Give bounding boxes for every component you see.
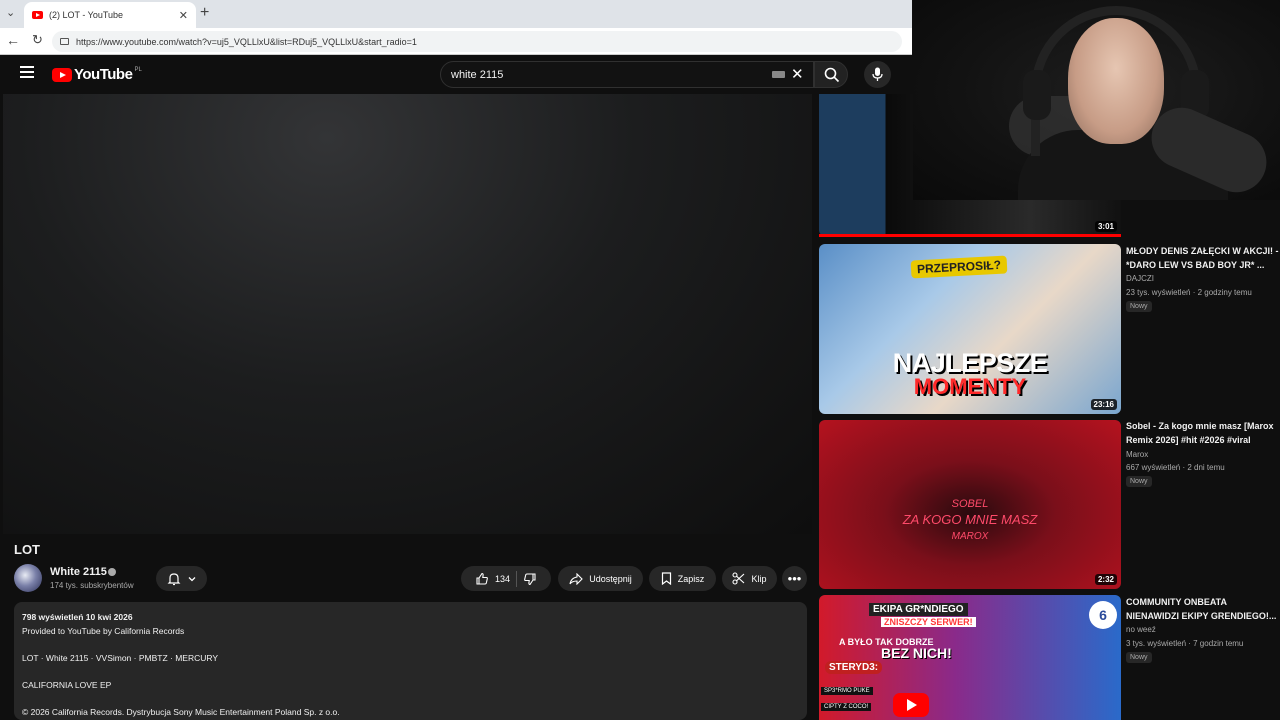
new-badge: Nowy — [1126, 301, 1152, 312]
description-line: CALIFORNIA LOVE EP — [22, 680, 112, 690]
recommendation-thumbnail[interactable]: SOBEL ZA KOGO MNIE MASZ MAROX 2:32 — [819, 420, 1121, 589]
video-player[interactable] — [3, 94, 812, 534]
back-arrow-icon[interactable]: ← — [6, 32, 20, 48]
youtube-play-logo-icon — [52, 67, 72, 82]
recommendation-thumbnail[interactable]: PRZEPROSIŁ? NAJLEPSZE MOMENTY 23:16 — [819, 244, 1121, 414]
youtube-wordmark: YouTube — [74, 66, 133, 83]
url-text: https://www.youtube.com/watch?v=uj5_VQLL… — [76, 36, 417, 47]
share-label: Udostępnij — [589, 573, 632, 584]
reload-icon[interactable]: ↻ — [32, 32, 43, 48]
view-count-date: 798 wyświetleń 10 kwi 2026 — [22, 612, 133, 622]
voice-search-button[interactable] — [864, 61, 891, 88]
thumbnail-text: MAROX — [951, 531, 989, 542]
headset-earcup — [1023, 70, 1051, 120]
description-line: © 2026 California Records. Dystrybucja S… — [22, 707, 340, 717]
like-count[interactable]: 134 — [495, 574, 510, 584]
youtube-play-logo-icon — [893, 693, 929, 717]
thumbnail-text: BEZ NICH! — [881, 645, 952, 661]
like-icon[interactable] — [475, 572, 489, 586]
clip-label: Klip — [751, 573, 767, 584]
description-line: Provided to YouTube by California Record… — [22, 626, 185, 636]
microphone-icon — [872, 67, 883, 81]
chevron-down-icon — [188, 576, 195, 581]
bookmark-icon — [661, 572, 671, 585]
channel-avatar[interactable] — [14, 564, 42, 592]
thumbnail-text: STERYD3: — [825, 661, 883, 674]
share-button[interactable]: Udostępnij — [558, 566, 643, 591]
bell-icon — [167, 572, 180, 585]
site-info-icon[interactable] — [60, 38, 69, 45]
recommendation-stats: 3 tys. wyświetleń · 7 godzin temu — [1126, 639, 1244, 648]
share-icon — [569, 572, 584, 585]
watch-progress-bar — [819, 234, 1121, 237]
recommendation-channel[interactable]: no weeź — [1126, 625, 1156, 634]
keyboard-icon[interactable] — [772, 71, 785, 78]
video-title: LOT — [14, 542, 40, 557]
video-duration: 3:01 — [1094, 221, 1117, 232]
description-box[interactable]: 798 wyświetleń 10 kwi 2026 Provided to Y… — [14, 602, 807, 720]
thumbnail-text: SP3*RMO PUKE — [821, 687, 873, 695]
youtube-logo[interactable]: YouTube PL — [52, 66, 142, 83]
scissors-icon — [732, 572, 745, 585]
video-duration: 2:32 — [1094, 574, 1117, 585]
channel-name-link[interactable]: White 2115 — [50, 566, 107, 578]
hamburger-menu-icon[interactable] — [20, 66, 34, 78]
clip-button[interactable]: Klip — [722, 566, 777, 591]
browser-tab[interactable]: (2) LOT - YouTube ✕ — [24, 2, 196, 28]
address-bar[interactable]: https://www.youtube.com/watch?v=uj5_VQLL… — [52, 31, 902, 52]
recommendation-channel[interactable]: Marox — [1126, 450, 1148, 459]
thumbnail-text: ZA KOGO MNIE MASZ — [902, 512, 1038, 527]
search-input[interactable]: white 2115 — [440, 61, 814, 88]
recommendation-stats: 667 wyświetleń · 2 dni temu — [1126, 463, 1225, 472]
country-code: PL — [134, 66, 142, 73]
recommendation-title[interactable]: COMMUNITY ONBEATA NIENAWIDZI EKIPY GREND… — [1126, 595, 1280, 623]
like-divider — [516, 570, 518, 587]
new-badge: Nowy — [1126, 476, 1152, 487]
subscriber-count: 174 tys. subskrybentów — [50, 581, 134, 590]
webcam-overlay — [913, 0, 1280, 200]
tab-title: (2) LOT - YouTube — [49, 10, 124, 20]
search-button[interactable] — [814, 61, 848, 88]
recommendation-title[interactable]: Sobel - Za kogo mnie masz [Marox Remix 2… — [1126, 419, 1280, 447]
search-query: white 2115 — [451, 68, 504, 81]
search-icon — [824, 67, 840, 83]
recommendation-title[interactable]: MŁODY DENIS ZAŁĘCKI W AKCJI! - *DARO LEW… — [1126, 244, 1280, 272]
dislike-icon[interactable] — [523, 572, 537, 586]
video-duration: 23:16 — [1090, 399, 1117, 410]
thumbnail-text: ZNISZCZY SERWER! — [881, 617, 976, 627]
save-button[interactable]: Zapisz — [649, 566, 716, 591]
thumbnail-text: EKIPA GR*NDIEGO — [869, 603, 968, 616]
thumbnail-text: PRZEPROSIŁ? — [910, 255, 1008, 279]
youtube-favicon-icon — [32, 11, 43, 19]
more-actions-icon[interactable]: ••• — [782, 566, 807, 591]
recommendation-thumbnail[interactable]: EKIPA GR*NDIEGO ZNISZCZY SERWER! A BYŁO … — [819, 595, 1121, 720]
tab-search-chevron-icon[interactable]: ⌄ — [6, 6, 15, 19]
tab-close-icon[interactable]: ✕ — [179, 9, 188, 22]
subscription-notification-button[interactable] — [156, 566, 207, 591]
verified-badge-icon — [108, 568, 116, 576]
recommendation-channel[interactable]: DAJCZI — [1126, 274, 1154, 283]
description-line: LOT · White 2115 · VVSimon · PMBTZ · MER… — [22, 653, 219, 663]
recommendation-stats: 23 tys. wyświetleń · 2 godziny temu — [1126, 288, 1252, 297]
new-tab-icon[interactable]: + — [200, 4, 209, 22]
save-label: Zapisz — [677, 573, 705, 584]
clear-search-icon[interactable]: ✕ — [791, 65, 804, 83]
thumbnail-text: MOMENTY — [913, 374, 1027, 399]
thumbnail-text: SOBEL — [951, 498, 989, 510]
like-dislike-group: 134 — [461, 566, 551, 591]
new-badge: Nowy — [1126, 652, 1152, 663]
thumbnail-number-badge: 6 — [1089, 601, 1117, 629]
thumbnail-text: CIPTY Z COCO! — [821, 703, 872, 711]
